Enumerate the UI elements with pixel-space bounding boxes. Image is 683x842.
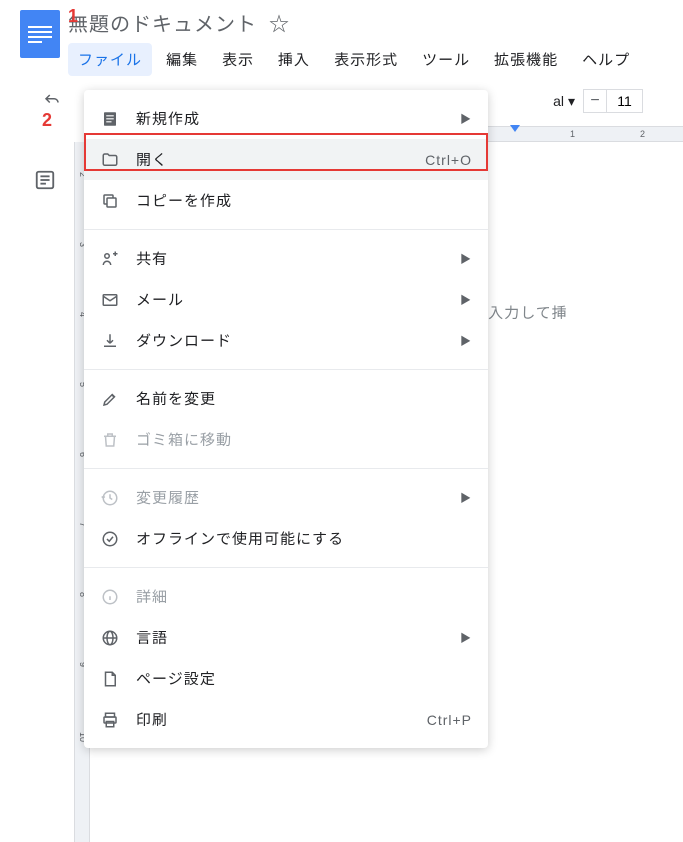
annotation-1: 1: [68, 6, 78, 27]
trash-icon: [100, 430, 120, 450]
menu-rename[interactable]: 名前を変更: [84, 378, 488, 419]
chevron-right-icon: ▶: [460, 251, 472, 267]
chevron-right-icon: ▶: [460, 333, 472, 349]
menu-details: 詳細: [84, 576, 488, 617]
divider: [84, 369, 488, 370]
menu-new[interactable]: 新規作成 ▶: [84, 98, 488, 139]
divider: [84, 468, 488, 469]
share-icon: [100, 249, 120, 269]
menu-version-history: 変更履歴 ▶: [84, 477, 488, 518]
chevron-right-icon: ▶: [460, 292, 472, 308]
chevron-right-icon: ▶: [460, 490, 472, 506]
menu-extensions[interactable]: 拡張機能: [484, 43, 568, 76]
offline-icon: [100, 529, 120, 549]
menu-page-setup[interactable]: ページ設定: [84, 658, 488, 699]
menu-edit[interactable]: 編集: [156, 43, 208, 76]
globe-icon: [100, 628, 120, 648]
menu-help[interactable]: ヘルプ: [572, 43, 640, 76]
menu-share[interactable]: 共有 ▶: [84, 238, 488, 279]
print-icon: [100, 710, 120, 730]
download-icon: [100, 331, 120, 351]
chevron-down-icon: ▾: [568, 93, 575, 110]
menu-download[interactable]: ダウンロード ▶: [84, 320, 488, 361]
annotation-2: 2: [42, 110, 52, 131]
menu-open[interactable]: 開く Ctrl+O: [84, 139, 488, 180]
menu-email[interactable]: メール ▶: [84, 279, 488, 320]
chevron-right-icon: ▶: [460, 630, 472, 646]
mail-icon: [100, 290, 120, 310]
menu-offline[interactable]: オフラインで使用可能にする: [84, 518, 488, 559]
font-dropdown[interactable]: al ▾: [553, 93, 575, 110]
menu-format[interactable]: 表示形式: [324, 43, 408, 76]
header: 無題のドキュメント ☆ ファイル 編集 表示 挿入 表示形式 ツール 拡張機能 …: [0, 0, 683, 76]
menu-language[interactable]: 言語 ▶: [84, 617, 488, 658]
divider: [84, 567, 488, 568]
info-icon: [100, 587, 120, 607]
doc-icon: [100, 109, 120, 129]
rename-icon: [100, 389, 120, 409]
history-icon: [100, 488, 120, 508]
document-title[interactable]: 無題のドキュメント: [68, 8, 257, 37]
chevron-right-icon: ▶: [460, 111, 472, 127]
outline-button[interactable]: [27, 162, 63, 198]
page-icon: [100, 669, 120, 689]
menu-view[interactable]: 表示: [212, 43, 264, 76]
indent-marker[interactable]: [510, 125, 520, 132]
font-size-value[interactable]: 11: [607, 89, 643, 113]
font-size-decrease[interactable]: −: [583, 89, 607, 113]
menu-insert[interactable]: 挿入: [268, 43, 320, 76]
file-menu-dropdown: 新規作成 ▶ 開く Ctrl+O コピーを作成 共有 ▶ メール ▶ ダウンロー…: [84, 90, 488, 748]
menu-print[interactable]: 印刷 Ctrl+P: [84, 699, 488, 740]
menu-tools[interactable]: ツール: [412, 43, 480, 76]
menu-file[interactable]: ファイル: [68, 43, 152, 76]
menu-make-copy[interactable]: コピーを作成: [84, 180, 488, 221]
docs-logo[interactable]: [20, 10, 60, 58]
menu-trash: ゴミ箱に移動: [84, 419, 488, 460]
copy-icon: [100, 191, 120, 211]
star-icon[interactable]: ☆: [269, 8, 289, 37]
folder-icon: [100, 150, 120, 170]
divider: [84, 229, 488, 230]
menubar: ファイル 編集 表示 挿入 表示形式 ツール 拡張機能 ヘルプ: [68, 43, 683, 76]
